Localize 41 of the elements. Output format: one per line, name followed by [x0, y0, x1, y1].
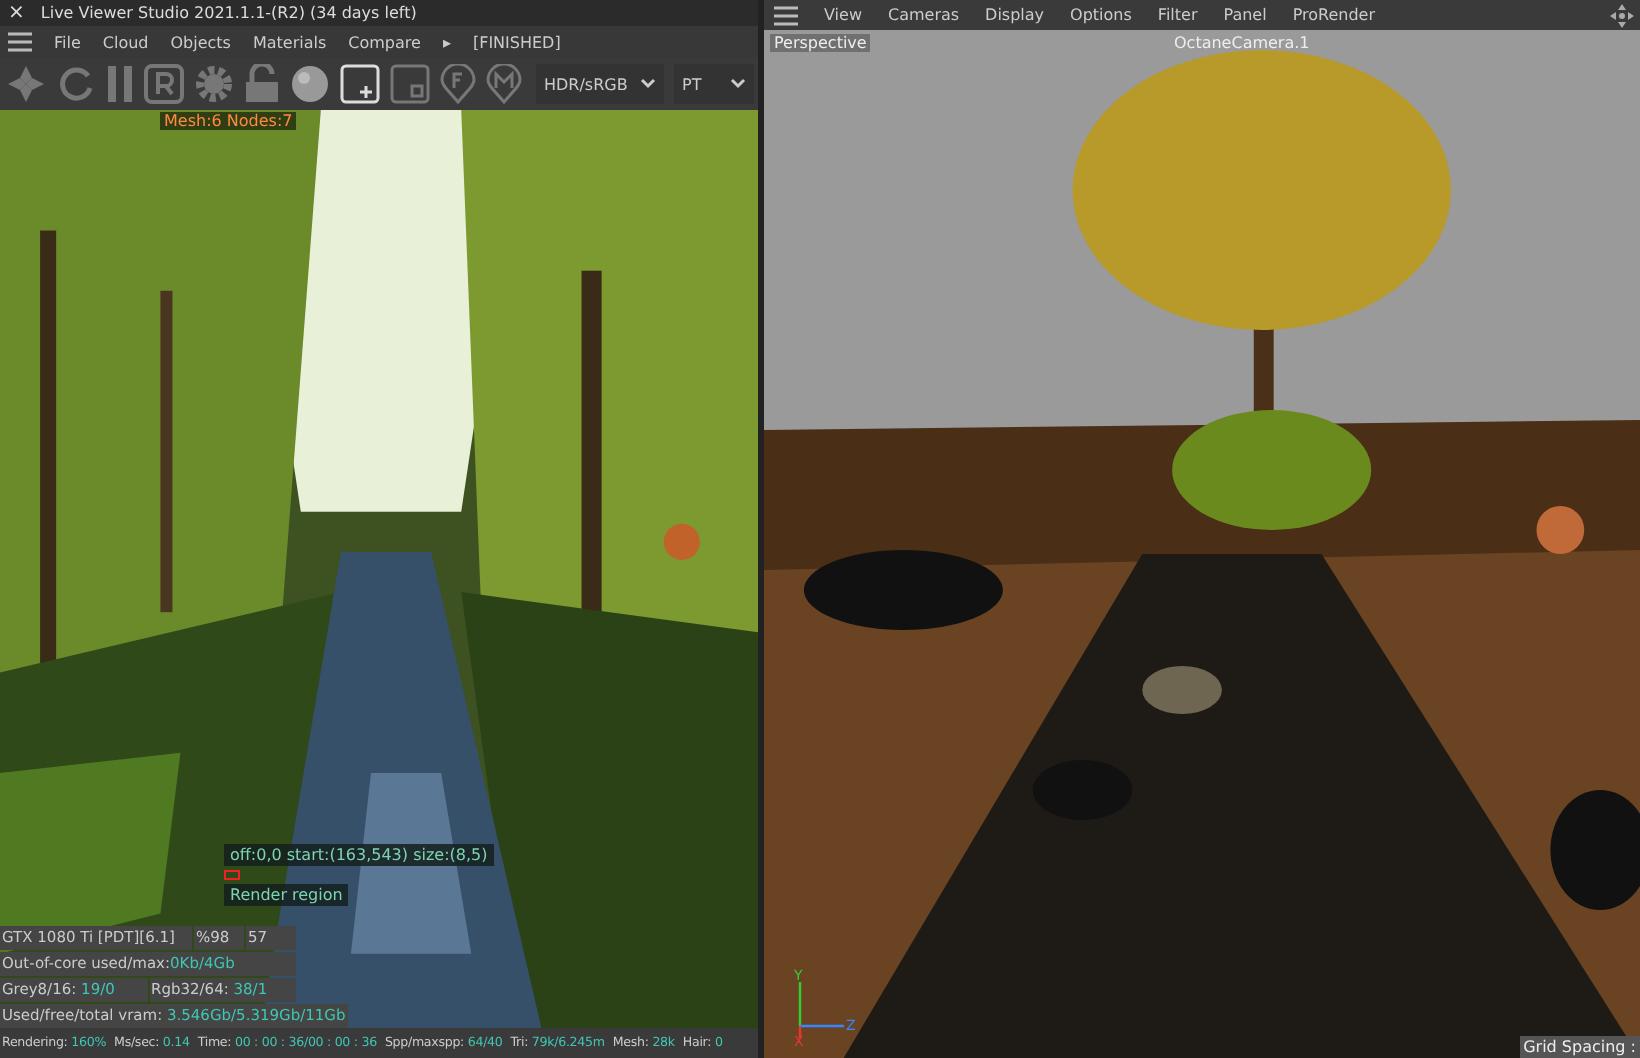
gear-icon[interactable] [194, 64, 234, 104]
region-label: Render region [224, 884, 349, 906]
menu-item[interactable]: Objects [170, 33, 231, 51]
menu-item[interactable]: Materials [252, 33, 327, 51]
refresh-icon[interactable] [56, 64, 96, 104]
region-marker [224, 870, 240, 880]
region-icon[interactable] [390, 64, 430, 104]
menu-item[interactable]: Display [985, 6, 1045, 24]
pin-m-icon[interactable] [486, 64, 522, 104]
menu-item[interactable]: ProRender [1292, 6, 1375, 24]
render-info-text: Mesh:6 Nodes:7 [160, 112, 297, 130]
camera-label: OctaneCamera.1 [1174, 34, 1310, 52]
menu-item[interactable]: Filter [1157, 6, 1198, 24]
chevron-icon [730, 78, 746, 90]
region-info: off:0,0 start:(163,543) size:(8,5) [224, 844, 494, 866]
menu-item[interactable]: View [824, 6, 862, 24]
menu-item[interactable]: Panel [1223, 6, 1267, 24]
region-add-icon[interactable] [340, 64, 380, 104]
expand-arrow[interactable]: ▸ [442, 33, 451, 51]
pin-f-icon[interactable] [440, 64, 476, 104]
menu-icon[interactable] [8, 32, 32, 52]
unlock-icon[interactable] [244, 64, 280, 104]
menu-item[interactable]: Options [1070, 6, 1132, 24]
grid-spacing-label: Grid Spacing : [1519, 1036, 1640, 1058]
dropdown[interactable]: PT [674, 64, 754, 104]
menu-icon[interactable] [774, 5, 798, 25]
sphere-icon[interactable] [290, 64, 330, 104]
dropdown[interactable]: HDR/sRGB [536, 64, 664, 104]
view-label: Perspective [770, 34, 871, 52]
menu-item[interactable]: File [54, 33, 81, 51]
render-status: [FINISHED] [472, 33, 561, 51]
menu-item[interactable]: Cloud [102, 33, 149, 51]
move-icon[interactable] [1610, 3, 1634, 27]
pause-icon[interactable] [106, 64, 134, 104]
close-button[interactable]: × [8, 2, 25, 24]
r-badge-icon[interactable] [144, 64, 184, 104]
window-title: Live Viewer Studio 2021.1.1-(R2) (34 days left) [40, 4, 417, 22]
menu-item[interactable]: Compare [348, 33, 421, 51]
chevron-icon [640, 78, 656, 90]
menu-item[interactable]: Cameras [887, 6, 960, 24]
aperture-icon[interactable] [6, 64, 46, 104]
